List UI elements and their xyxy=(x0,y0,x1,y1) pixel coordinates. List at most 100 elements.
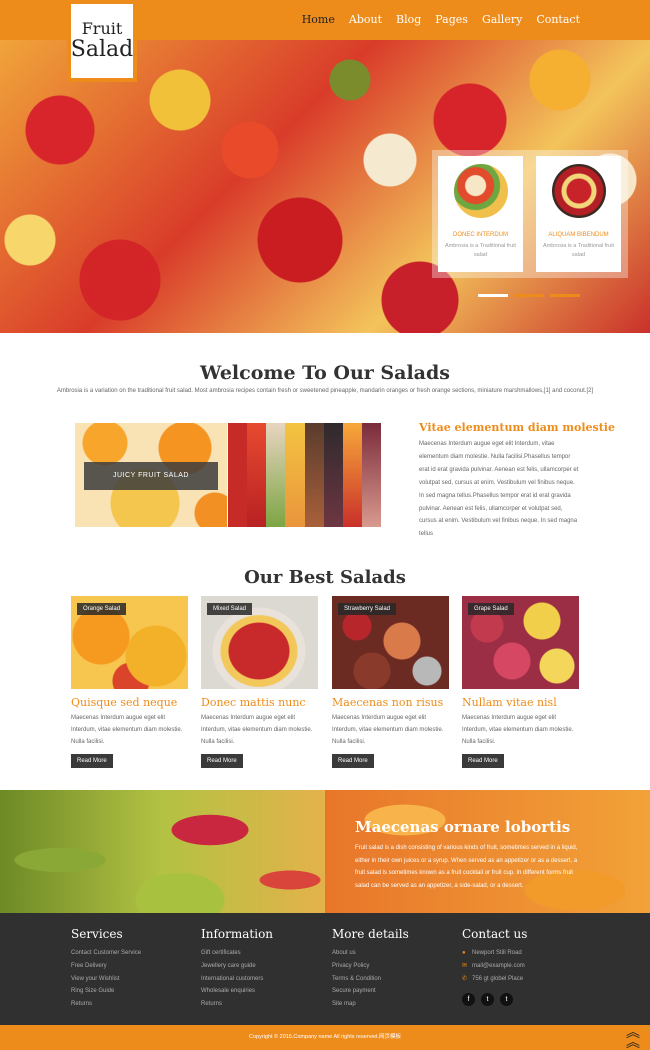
contact-place: ✆ 756 gt globel Place xyxy=(462,973,527,986)
banner-title: Maecenas ornare lobortis xyxy=(355,818,571,836)
slider-dot[interactable] xyxy=(478,294,508,297)
juice-image-label[interactable]: JUICY FRUIT SALAD xyxy=(84,462,218,490)
contact-email[interactable]: ✉ mail@example.com xyxy=(462,960,527,973)
read-more-button[interactable]: Read More xyxy=(332,754,374,768)
contact-email-text[interactable]: mail@example.com xyxy=(472,963,525,969)
salad-card-title[interactable]: Maecenas non risus xyxy=(332,696,449,709)
salad-card-title[interactable]: Nullam vitae nisl xyxy=(462,696,579,709)
scroll-to-top-icon[interactable]: ︽ ︽ xyxy=(626,1025,640,1049)
salad-card: Grape Salad Nullam vitae nisl Maecenas I… xyxy=(462,596,579,768)
nav-blog[interactable]: Blog xyxy=(396,13,421,26)
salad-card: Mixed Salad Donec mattis nunc Maecenas I… xyxy=(201,596,318,768)
contact-address: ● Newport Still Road xyxy=(462,947,527,960)
slider-card[interactable]: DONEC INTERDUM Ambrosia is a Traditional… xyxy=(438,156,523,272)
fruit-strips-image xyxy=(228,423,381,527)
salad-card-title[interactable]: Quisque sed neque xyxy=(71,696,188,709)
footer-more-details: More details About us Privacy Policy Ter… xyxy=(332,927,409,1011)
footer-link[interactable]: About us xyxy=(332,947,409,960)
banner-text: Fruit salad is a dish consisting of vari… xyxy=(355,845,578,890)
phone-icon: ✆ xyxy=(462,975,468,982)
slider-card-title: DONEC INTERDUM xyxy=(453,232,508,238)
nav-about[interactable]: About xyxy=(349,13,382,26)
footer-link[interactable]: Ring Size Guide xyxy=(71,985,141,998)
footer-link[interactable]: Contact Customer Service xyxy=(71,947,141,960)
site-logo[interactable]: Fruit Salad xyxy=(67,0,137,82)
salad-card-text: Maecenas Interdum augue eget elit Interd… xyxy=(462,715,574,745)
welcome-text: Ambrosia is a variation on the tradition… xyxy=(56,388,594,394)
banner-image xyxy=(0,790,325,913)
footer-link[interactable]: Site map xyxy=(332,998,409,1011)
logo-line-1: Fruit xyxy=(81,19,123,38)
welcome-title: Welcome To Our Salads xyxy=(200,362,450,384)
footer-link[interactable]: Returns xyxy=(201,998,273,1011)
salad-card-title[interactable]: Donec mattis nunc xyxy=(201,696,318,709)
read-more-button[interactable]: Read More xyxy=(71,754,113,768)
salad-card-image[interactable]: Grape Salad xyxy=(462,596,579,689)
salad-card-tag: Orange Salad xyxy=(77,603,127,615)
contact-address-text: Newport Still Road xyxy=(472,950,522,956)
slider-card-text: Ambrosia is a Traditional fruit salad xyxy=(543,243,614,258)
copyright-bar: Copyright © 2015.Company name All rights… xyxy=(0,1025,650,1050)
main-nav: Home About Blog Pages Gallery Contact xyxy=(302,13,580,26)
footer-heading: Information xyxy=(201,927,274,941)
salad-card: Orange Salad Quisque sed neque Maecenas … xyxy=(71,596,188,768)
footer-heading: More details xyxy=(332,927,409,941)
read-more-button[interactable]: Read More xyxy=(462,754,504,768)
footer-heading: Services xyxy=(71,927,123,941)
nav-contact[interactable]: Contact xyxy=(536,13,580,26)
footer-link[interactable]: Wholesale enquiries xyxy=(201,985,273,998)
facebook-icon[interactable]: f xyxy=(462,993,475,1007)
salad-card-text: Maecenas Interdum augue eget elit Interd… xyxy=(71,715,183,745)
footer-heading: Contact us xyxy=(462,927,528,941)
footer-link[interactable]: Gift certificates xyxy=(201,947,273,960)
footer-information: Information Gift certificates Jewellery … xyxy=(201,927,273,1011)
footer-link[interactable]: Free Delivery xyxy=(71,960,141,973)
salad-card-text: Maecenas Interdum augue eget elit Interd… xyxy=(201,715,313,745)
read-more-button[interactable]: Read More xyxy=(201,754,243,768)
footer-link[interactable]: International customers xyxy=(201,973,273,986)
nav-pages[interactable]: Pages xyxy=(435,13,468,26)
salad-card-image[interactable]: Mixed Salad xyxy=(201,596,318,689)
slider-dot[interactable] xyxy=(550,294,580,297)
best-salads-title: Our Best Salads xyxy=(244,567,406,588)
location-pin-icon: ● xyxy=(462,950,466,956)
social-links: f t t xyxy=(462,993,527,1007)
twitter-icon[interactable]: t xyxy=(481,993,494,1007)
footer: Services Contact Customer Service Free D… xyxy=(0,913,650,1025)
side-title: Vitae elementum diam molestie xyxy=(419,421,615,434)
footer-link[interactable]: View your Wishlist xyxy=(71,973,141,986)
salad-card: Strawberry Salad Maecenas non risus Maec… xyxy=(332,596,449,768)
nav-home[interactable]: Home xyxy=(302,13,335,26)
slider-card[interactable]: ALIQUAM BIBENDUM Ambrosia is a Tradition… xyxy=(536,156,621,272)
footer-link[interactable]: Jewellery care guide xyxy=(201,960,273,973)
tumblr-icon[interactable]: t xyxy=(500,993,513,1007)
promo-banner: Maecenas ornare lobortis Fruit salad is … xyxy=(0,790,650,913)
salad-card-text: Maecenas Interdum augue eget elit Interd… xyxy=(332,715,444,745)
slider-card-image xyxy=(453,164,508,218)
juice-image: JUICY FRUIT SALAD xyxy=(75,423,227,527)
slider-pagination xyxy=(478,294,580,297)
slider-card-image xyxy=(551,164,606,218)
salad-card-tag: Grape Salad xyxy=(468,603,514,615)
hero-banner: DONEC INTERDUM Ambrosia is a Traditional… xyxy=(0,40,650,333)
footer-link[interactable]: Returns xyxy=(71,998,141,1011)
salad-card-image[interactable]: Orange Salad xyxy=(71,596,188,689)
footer-link[interactable]: Secure payment xyxy=(332,985,409,998)
footer-link[interactable]: Terms & Condition xyxy=(332,973,409,986)
footer-link[interactable]: Privacy Policy xyxy=(332,960,409,973)
contact-place-text: 756 gt globel Place xyxy=(472,975,524,982)
logo-line-2: Salad xyxy=(70,37,134,62)
salad-card-image[interactable]: Strawberry Salad xyxy=(332,596,449,689)
side-text: Maecenas Interdum augue eget elit Interd… xyxy=(419,441,579,538)
copyright-text: Copyright © 2015.Company name All rights… xyxy=(248,1034,401,1040)
salad-card-tag: Strawberry Salad xyxy=(338,603,397,615)
salad-card-tag: Mixed Salad xyxy=(207,603,253,615)
nav-gallery[interactable]: Gallery xyxy=(482,13,522,26)
footer-contact: Contact us ● Newport Still Road ✉ mail@exa… xyxy=(462,927,528,1007)
hero-slider: DONEC INTERDUM Ambrosia is a Traditional… xyxy=(432,150,628,278)
banner-content: Maecenas ornare lobortis Fruit salad is … xyxy=(325,790,650,913)
slider-card-title: ALIQUAM BIBENDUM xyxy=(548,232,609,238)
slider-dot[interactable] xyxy=(514,294,544,297)
footer-services: Services Contact Customer Service Free D… xyxy=(71,927,141,1011)
slider-card-text: Ambrosia is a Traditional fruit salad xyxy=(445,243,516,258)
